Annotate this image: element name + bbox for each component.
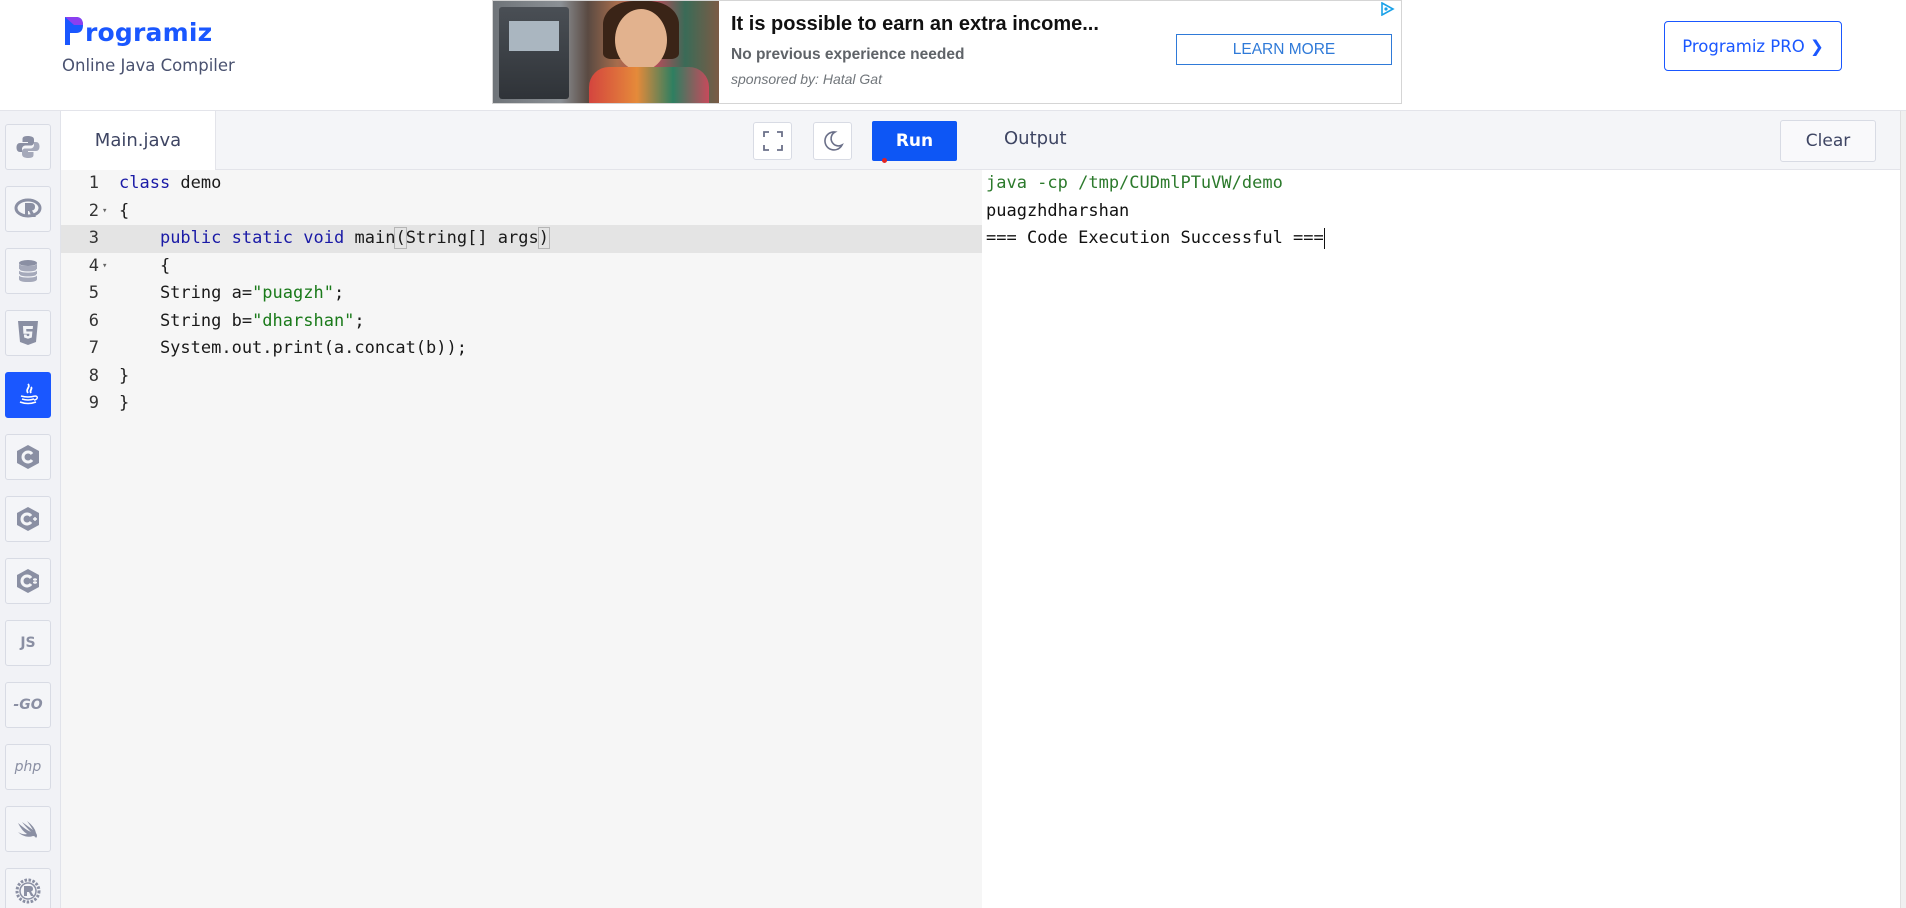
programiz-logo-icon [65,17,83,45]
output-command: java -cp /tmp/CUDmlPTuVW/demo [986,173,1283,193]
editor-toolbar: Main.java Run [61,111,982,170]
csharp-icon[interactable] [5,558,51,604]
fullscreen-button[interactable] [753,122,792,160]
code-editor[interactable]: 1 class demo 2 ▾ { 3 public static void … [61,170,982,908]
ad-sponsor: sponsored by: Hatal Gat [731,71,882,87]
html5-icon[interactable] [5,310,51,356]
line-number: 6 [88,310,99,331]
rust-icon[interactable] [5,868,51,908]
clear-button[interactable]: Clear [1780,120,1876,162]
code-text: public static void main(String[] args) [159,227,551,249]
line-number: 3 [88,228,99,248]
javascript-label: JS [20,635,36,651]
line-number: 9 [88,393,99,413]
code-line[interactable]: 4 ▾ { [61,253,982,281]
output-toolbar: Output Clear [982,111,1906,170]
dark-mode-button[interactable] [813,122,852,160]
ad-title[interactable]: It is possible to earn an extra income..… [731,13,1099,36]
code-text: System.out.print(a.concat(b)); [119,338,467,358]
cplusplus-icon[interactable] [5,496,51,542]
advertisement-banner[interactable]: It is possible to earn an extra income..… [492,0,1402,104]
line-number: 5 [88,283,99,303]
code-text: String b="dharshan"; [119,310,365,331]
ad-image[interactable] [493,1,719,103]
sql-icon[interactable] [5,248,51,294]
run-button[interactable]: Run [872,121,957,161]
run-indicator-dot [882,158,887,163]
javascript-icon[interactable]: JS [5,620,51,666]
language-sidebar: JS -GO php [0,111,61,908]
line-number: 8 [88,365,99,386]
go-label: -GO [13,697,43,713]
code-line[interactable]: 6 String b="dharshan"; [61,308,982,336]
code-text: } [119,365,130,386]
ad-learn-more-button[interactable]: LEARN MORE [1176,34,1392,65]
r-icon[interactable] [5,186,51,232]
code-text: class demo [119,173,222,193]
output-console[interactable]: java -cp /tmp/CUDmlPTuVW/demo puagzhdhar… [986,170,1325,253]
ad-subtitle: No previous experience needed [731,46,965,63]
output-result: puagzhdharshan [986,200,1130,221]
code-text: } [119,393,130,413]
swift-icon[interactable] [5,806,51,852]
python-icon[interactable] [5,124,51,170]
code-line[interactable]: 2 ▾ { [61,198,982,226]
code-line[interactable]: 9 } [61,390,982,418]
text-caret [1323,227,1325,249]
file-tab-main-java[interactable]: Main.java [61,111,216,170]
code-line[interactable]: 8 } [61,363,982,391]
adchoices-icon[interactable] [1379,2,1395,16]
java-icon[interactable] [5,372,51,418]
line-number: 1 [88,173,99,193]
go-icon[interactable]: -GO [5,682,51,728]
c-icon[interactable] [5,434,51,480]
line-number: 7 [88,338,99,358]
php-icon[interactable]: php [5,744,51,790]
output-status: === Code Execution Successful === [986,228,1324,248]
fold-arrow-icon[interactable]: ▾ [102,198,107,226]
code-line[interactable]: 5 String a="puagzh"; [61,280,982,308]
brand[interactable]: rogramiz Online Java Compiler [62,14,235,75]
code-text: { [119,255,171,276]
php-label: php [14,759,42,775]
code-line[interactable]: 7 System.out.print(a.concat(b)); [61,335,982,363]
scrollbar[interactable] [1900,111,1906,908]
line-number: 2 [88,200,99,221]
moon-icon [823,131,844,151]
brand-subtitle: Online Java Compiler [62,56,235,75]
top-header: rogramiz Online Java Compiler It is poss… [0,0,1906,111]
fullscreen-icon [762,131,783,151]
brand-name: rogramiz [85,17,213,47]
code-line-active[interactable]: 3 public static void main(String[] args) [61,225,982,253]
output-status-line: === Code Execution Successful === [986,225,1325,253]
code-text: { [119,200,130,221]
code-line[interactable]: 1 class demo [61,170,982,198]
output-pane: Output Clear java -cp /tmp/CUDmlPTuVW/de… [982,111,1906,908]
editor-pane: Main.java Run 1 class demo 2 ▾ { 3 publi… [61,111,982,908]
code-text: String a="puagzh"; [119,283,345,303]
output-title: Output [1004,128,1067,149]
programiz-pro-button[interactable]: Programiz PRO ❯ [1664,21,1842,71]
line-number: 4 [88,255,99,276]
fold-arrow-icon[interactable]: ▾ [102,253,107,281]
programiz-logo[interactable]: rogramiz [62,14,235,50]
